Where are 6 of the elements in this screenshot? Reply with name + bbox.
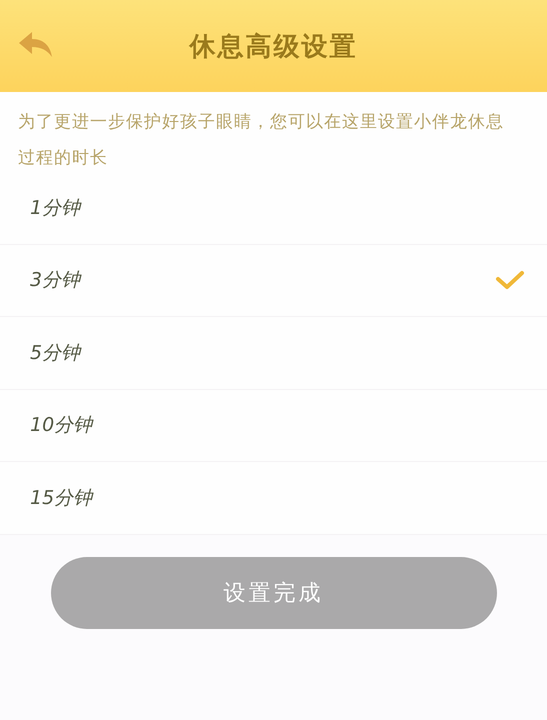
duration-option[interactable]: 1分钟	[0, 172, 547, 244]
page-title: 休息高级设置	[190, 30, 358, 64]
duration-option[interactable]: 10分钟	[0, 390, 547, 462]
duration-option[interactable]: 15分钟	[0, 462, 547, 534]
duration-option[interactable]: 5分钟	[0, 317, 547, 390]
duration-option[interactable]: 3分钟	[0, 244, 547, 317]
